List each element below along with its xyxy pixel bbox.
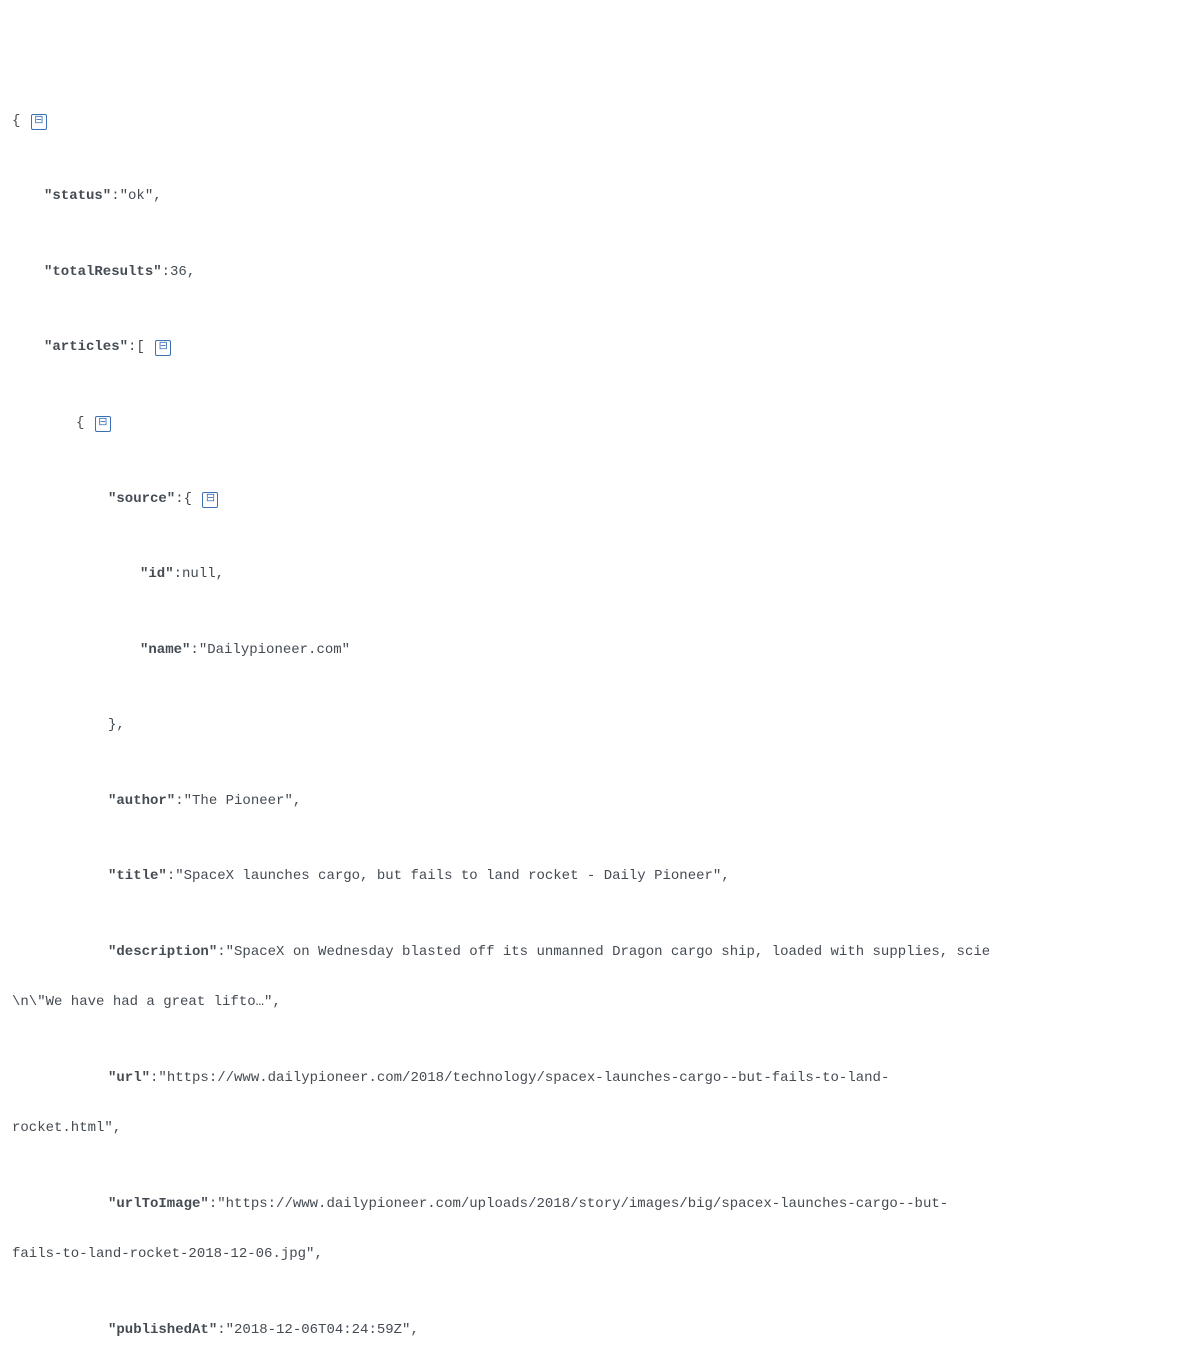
json-prop-urltoimage-wrap: fails-to-land-rocket-2018-12-06.jpg", [12,1242,1183,1267]
json-prop-articles: "articles":[ ⊟ [12,335,1183,360]
json-object-close: }, [12,713,1183,738]
json-prop-publishedat: "publishedAt":"2018-12-06T04:24:59Z", [12,1318,1183,1343]
json-prop-id: "id":null, [12,562,1183,587]
json-root-open: { ⊟ [12,109,1183,134]
json-prop-status: "status":"ok", [12,184,1183,209]
json-prop-name: "name":"Dailypioneer.com" [12,638,1183,663]
json-prop-description-wrap: \n\"We have had a great lifto…", [12,990,1183,1015]
collapse-icon[interactable]: ⊟ [202,492,218,508]
json-prop-url: "url":"https://www.dailypioneer.com/2018… [12,1066,1183,1091]
json-prop-urltoimage: "urlToImage":"https://www.dailypioneer.c… [12,1192,1183,1217]
json-prop-url-wrap: rocket.html", [12,1116,1183,1141]
collapse-icon[interactable]: ⊟ [31,114,47,130]
json-prop-description: "description":"SpaceX on Wednesday blast… [12,940,1183,965]
json-prop-title: "title":"SpaceX launches cargo, but fail… [12,864,1183,889]
json-prop-source: "source":{ ⊟ [12,487,1183,512]
json-array-item-open: { ⊟ [12,411,1183,436]
collapse-icon[interactable]: ⊟ [155,340,171,356]
collapse-icon[interactable]: ⊟ [95,416,111,432]
json-prop-author: "author":"The Pioneer", [12,789,1183,814]
json-prop-totalresults: "totalResults":36, [12,260,1183,285]
